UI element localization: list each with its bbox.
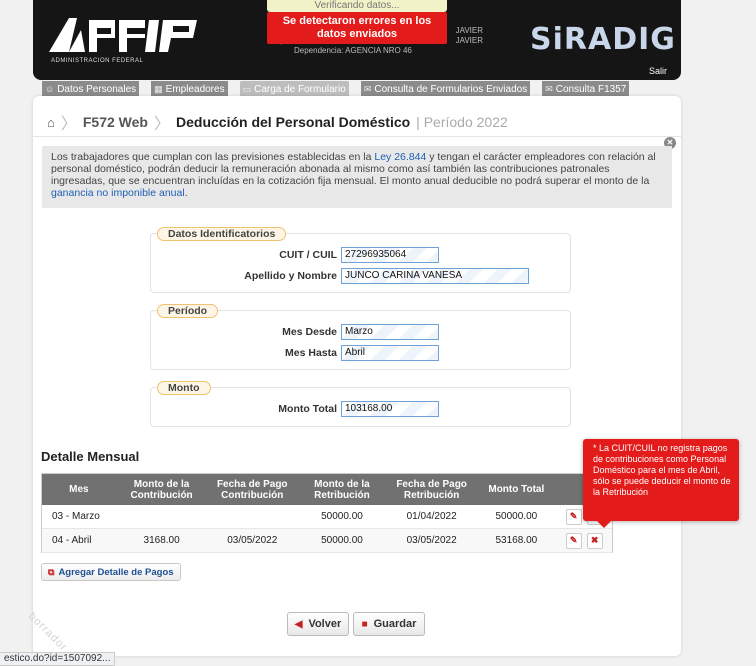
tooltip-arrow: [597, 521, 611, 528]
breadcrumb: ⌂ 〉 F572 Web 〉 Deducción del Personal Do…: [47, 110, 508, 134]
volver-button[interactable]: ◀ Volver: [287, 612, 349, 636]
header-bar: ADMINISTRACION FEDERAL JAVIER RepreJAVIE…: [33, 0, 681, 80]
cell-fecha-retribucion: 03/05/2022: [406, 535, 457, 546]
add-icon: ⧉: [48, 566, 55, 577]
nombre-field[interactable]: JUNCO CARINA VANESA: [341, 268, 529, 284]
monto-total-field[interactable]: 103168.00: [341, 401, 439, 417]
guardar-button[interactable]: ■ Guardar: [353, 612, 425, 636]
nav-datos-personales[interactable]: ☺ Datos Personales: [42, 81, 140, 97]
form-icon: ▭: [242, 83, 252, 94]
fieldset-monto: Monto Monto Total 103168.00: [150, 381, 571, 427]
ganancia-link[interactable]: ganancia no imponible anual: [51, 187, 185, 199]
ley-link[interactable]: Ley 26.844: [374, 151, 426, 163]
save-icon: ■: [361, 618, 368, 630]
cell-fecha-contribucion: 03/05/2022: [227, 535, 278, 546]
table-header: Mes Monto de la Contribución Fecha de Pa…: [42, 474, 612, 505]
cell-monto-retribucion: 50000.00: [321, 535, 363, 546]
nav-empleadores[interactable]: ▦ Empleadores: [151, 81, 228, 97]
mail-icon: ✉: [363, 83, 372, 94]
cell-monto-contribucion: 3168.00: [143, 535, 180, 546]
fieldset-datos: Datos Identificatorios CUIT / CUIL 27296…: [150, 227, 571, 293]
legend-datos: Datos Identificatorios: [157, 227, 287, 241]
nav-consulta-formularios[interactable]: ✉ Consulta de Formularios Enviados: [360, 81, 531, 97]
edit-icon[interactable]: ✎: [565, 532, 582, 549]
col-fecha-contribucion: Fecha de Pago Contribución: [216, 478, 288, 501]
cell-monto-total: 53168.00: [495, 535, 538, 546]
person-icon: ☺: [45, 84, 55, 94]
status-bar-url: estico.do?id=1507092...: [0, 652, 116, 666]
building-icon: ▦: [154, 83, 163, 94]
mes-hasta-label: Mes Hasta: [285, 347, 337, 359]
nav-consulta-f1357[interactable]: ✉ Consulta F1357: [542, 81, 630, 97]
breadcrumb-separator: 〉: [153, 116, 170, 133]
col-mes: Mes: [69, 484, 89, 495]
cell-monto-total: 50000.00: [495, 511, 538, 522]
detalle-title: Detalle Mensual: [41, 449, 140, 464]
cell-fecha-retribucion: 01/04/2022: [406, 511, 457, 522]
mes-desde-field[interactable]: Marzo: [341, 324, 439, 340]
main-panel: ⌂ 〉 F572 Web 〉 Deducción del Personal Do…: [26, 96, 739, 656]
nav-carga-formulario[interactable]: ▭ Carga de Formulario: [239, 81, 349, 97]
fieldset-periodo: Período Mes Desde Marzo Mes Hasta Abril: [150, 304, 571, 370]
home-icon[interactable]: ⌂: [47, 115, 55, 130]
mes-hasta-field[interactable]: Abril: [341, 345, 439, 361]
breadcrumb-separator: 〉: [60, 116, 77, 133]
info-box: Los trabajadores que cumplan con las pre…: [42, 146, 672, 208]
mail-icon: ✉: [545, 83, 553, 94]
cuit-label: CUIT / CUIL: [279, 249, 337, 261]
detalle-table: Mes Monto de la Contribución Fecha de Pa…: [41, 473, 613, 553]
cell-mes: 04 - Abril: [52, 535, 92, 546]
legend-periodo: Período: [157, 304, 219, 318]
siradig-logo: SiRADIG: [530, 22, 676, 57]
breadcrumb-f572[interactable]: F572 Web: [83, 114, 148, 130]
afip-logo: [49, 18, 197, 52]
col-monto-contribucion: Monto de la Contribución: [130, 478, 193, 501]
main-nav: ☺ Datos Personales ▦ Empleadores ▭ Carga de…: [42, 81, 641, 97]
page-title: Deducción del Personal Doméstico: [176, 114, 411, 130]
mes-desde-label: Mes Desde: [282, 326, 337, 338]
cell-monto-retribucion: 50000.00: [321, 511, 363, 522]
col-fecha-retribucion: Fecha de Pago Retribución: [396, 478, 467, 501]
logo-subtitle: ADMINISTRACION FEDERAL: [51, 58, 144, 64]
monto-total-label: Monto Total: [278, 403, 337, 415]
delete-icon[interactable]: ✖: [586, 532, 603, 549]
logout-link[interactable]: Salir: [649, 66, 667, 76]
table-row: 03 - Marzo 50000.00 01/04/2022 50000.00 …: [42, 505, 612, 529]
cell-mes: 03 - Marzo: [52, 511, 100, 522]
borrador-watermark: borrador: [26, 610, 70, 654]
edit-icon[interactable]: ✎: [565, 508, 582, 525]
nombre-label: Apellido y Nombre: [244, 270, 337, 282]
col-monto-total: Monto Total: [488, 484, 545, 495]
col-monto-retribucion: Monto de la Retribución: [314, 478, 370, 501]
legend-monto: Monto: [157, 381, 211, 395]
error-tooltip: * La CUIT/CUIL no registra pagos de cont…: [583, 439, 739, 528]
add-detalle-button[interactable]: ⧉ Agregar Detalle de Pagos: [41, 563, 181, 581]
table-row: 04 - Abril 3168.00 03/05/2022 50000.00 0…: [42, 529, 612, 553]
divider: [33, 136, 681, 137]
page-period: | Período 2022: [416, 114, 508, 130]
back-arrow-icon: ◀: [294, 618, 303, 630]
error-banner: Se detectaron errores en los datos envia…: [267, 12, 447, 44]
verifying-notice: Verificando datos...: [267, 0, 447, 12]
cuit-field[interactable]: 27296935064: [341, 247, 439, 263]
